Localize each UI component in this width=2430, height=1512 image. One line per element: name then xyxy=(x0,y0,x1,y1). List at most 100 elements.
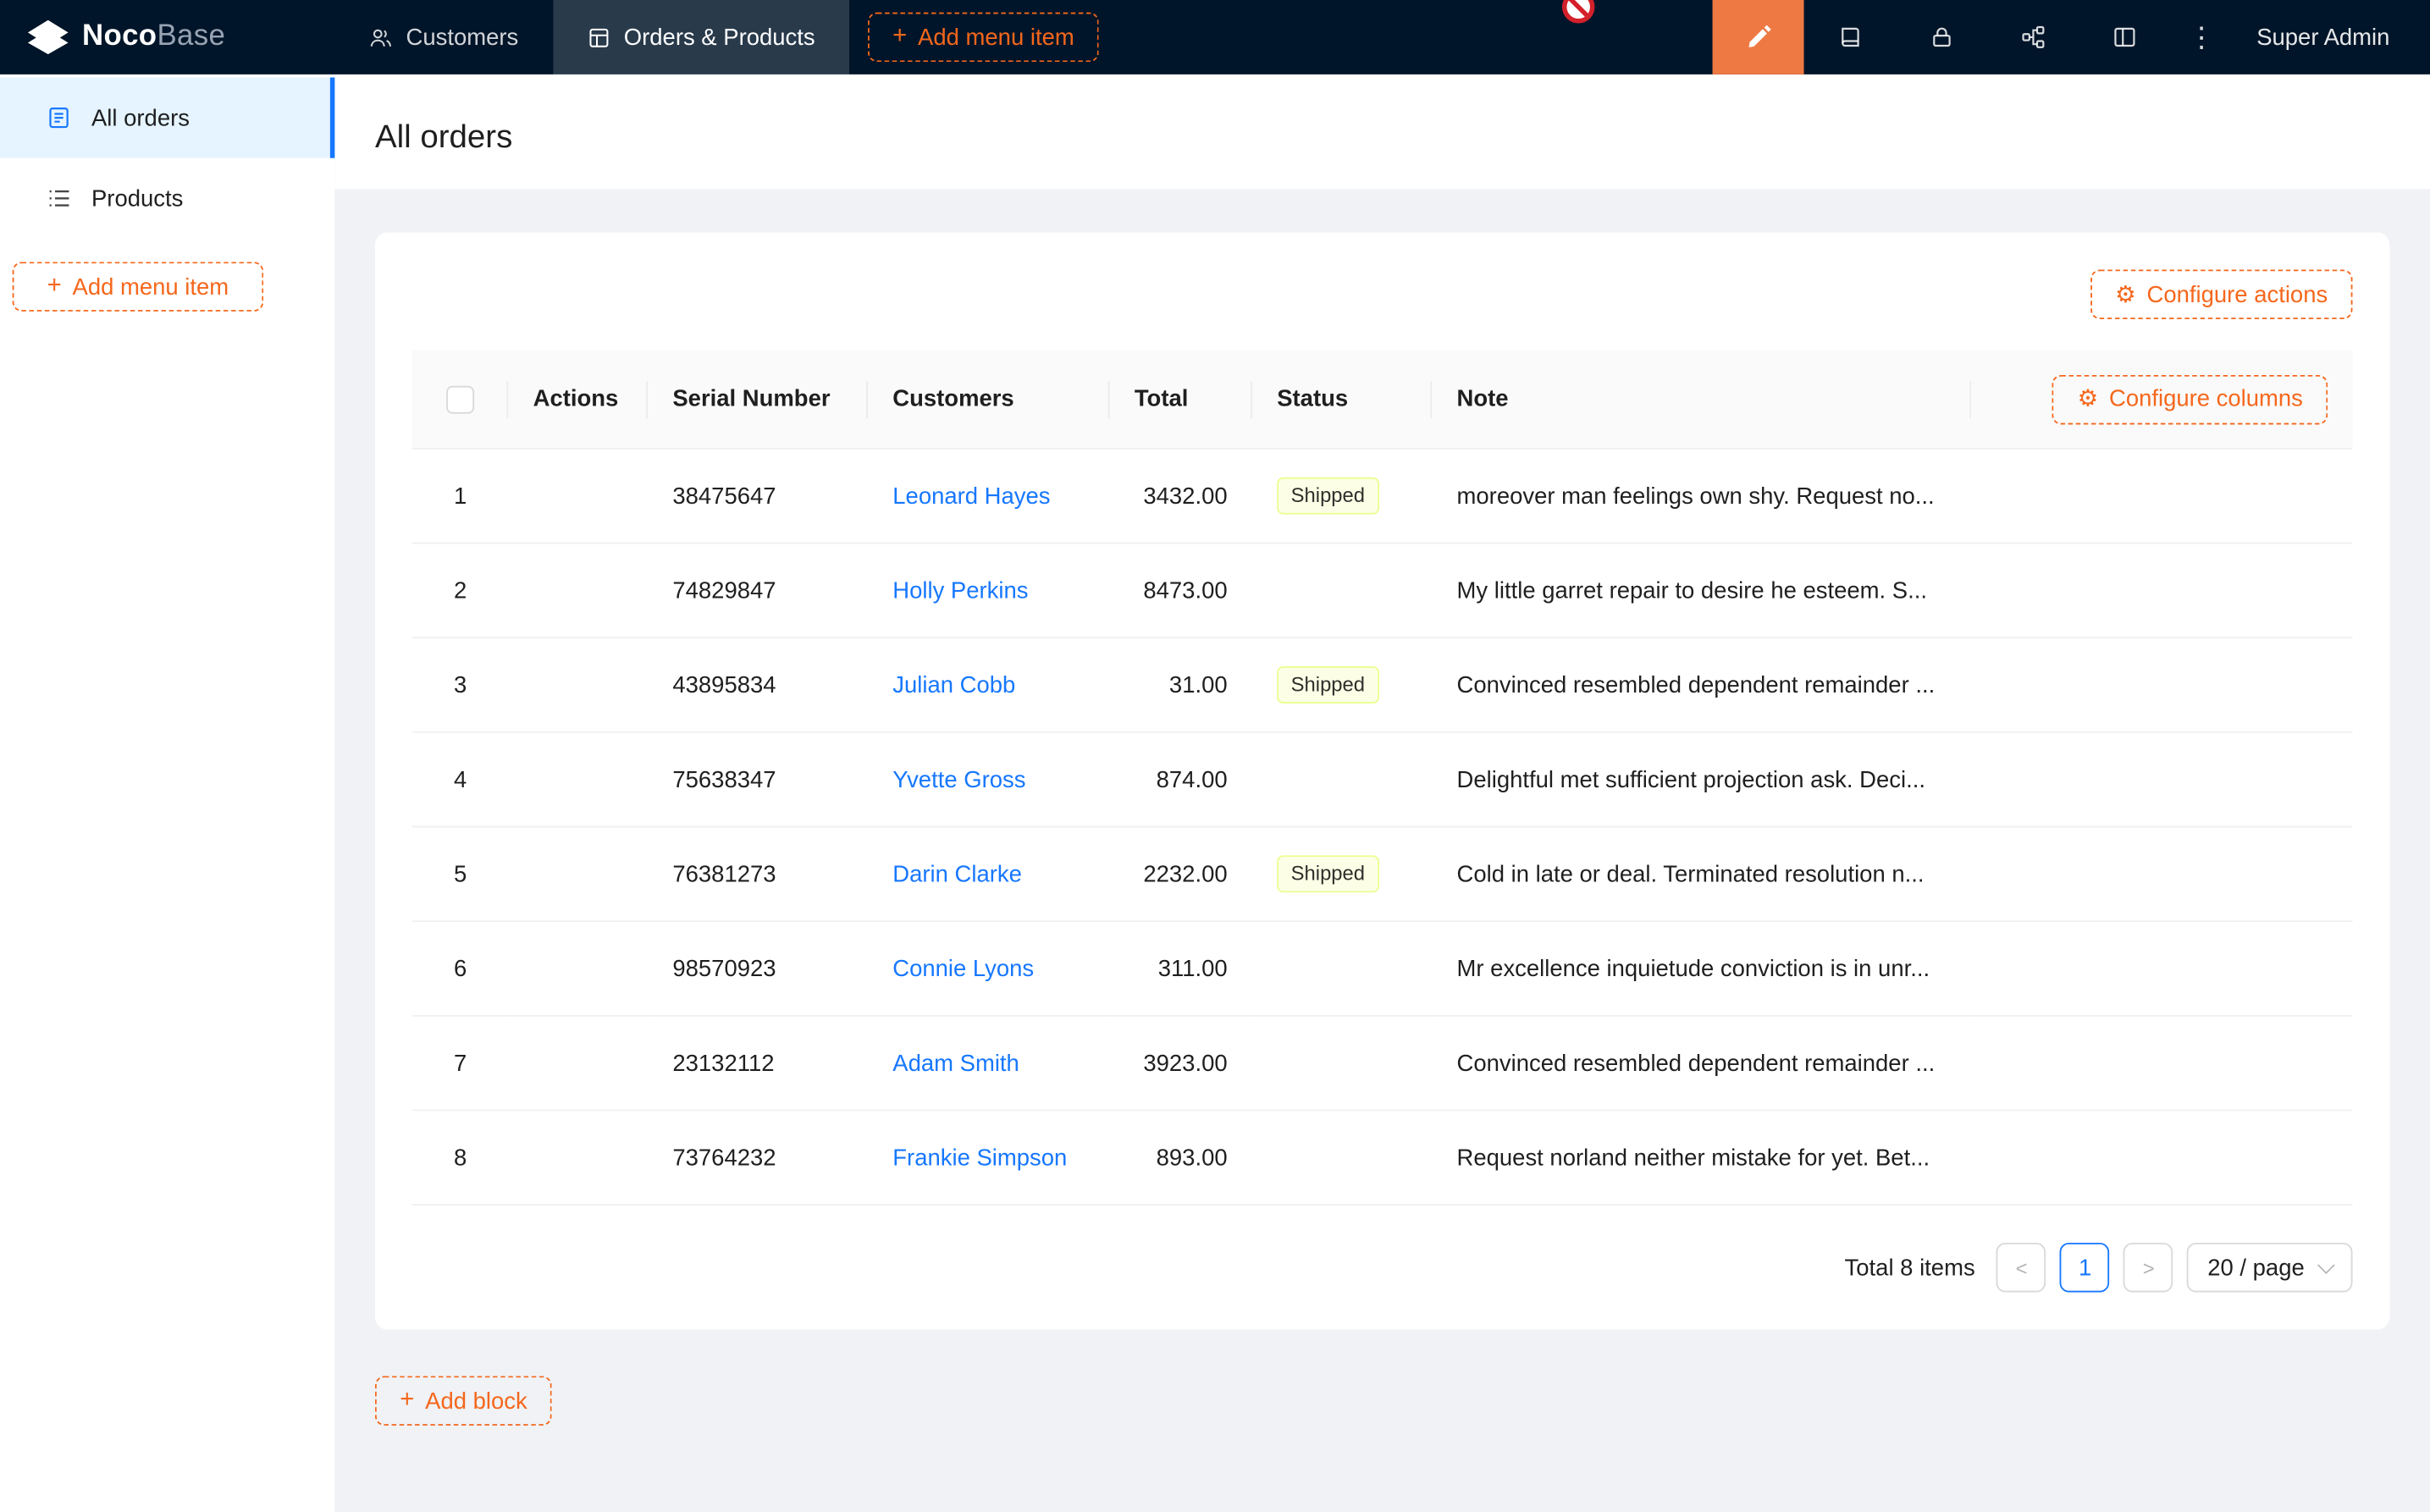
note-cell: My little garret repair to desire he est… xyxy=(1432,544,1971,639)
total-cell: 3432.00 xyxy=(1110,450,1252,544)
nav-add-menu-item-button[interactable]: + Add menu item xyxy=(868,13,1099,63)
nav-item-orders-products[interactable]: Orders & Products xyxy=(553,0,849,74)
column-header-serial: Serial Number xyxy=(648,350,868,450)
table-row: 2 74829847 Holly Perkins 8473.00 My litt… xyxy=(412,544,2353,639)
customer-link[interactable]: Darin Clarke xyxy=(892,861,1022,887)
status-tag: Shipped xyxy=(1277,856,1378,893)
plugin-manager-button[interactable] xyxy=(2079,0,2170,74)
column-header-actions: Actions xyxy=(508,350,648,450)
app-root: NocoBase Customers Orders & Products + A… xyxy=(0,0,2430,1512)
configure-columns-button[interactable]: ⚙ Configure columns xyxy=(2052,375,2328,425)
config-cell xyxy=(1971,544,2352,639)
row-index: 3 xyxy=(412,639,508,734)
user-name: Super Admin xyxy=(2256,24,2389,50)
sidebar-item-all-orders[interactable]: All orders xyxy=(0,78,334,158)
total-cell: 893.00 xyxy=(1110,1112,1252,1206)
total-cell: 8473.00 xyxy=(1110,544,1252,639)
column-header-customers: Customers xyxy=(868,350,1110,450)
actions-cell xyxy=(508,450,648,544)
table-row: 8 73764232 Frankie Simpson 893.00 Reques… xyxy=(412,1112,2353,1206)
nav-add-menu-item-label: Add menu item xyxy=(918,24,1074,50)
chevron-down-icon xyxy=(2317,1257,2335,1275)
page-header: All orders xyxy=(334,74,2430,190)
top-menu: Customers Orders & Products xyxy=(334,0,849,74)
plus-icon: + xyxy=(892,25,907,49)
row-index: 6 xyxy=(412,923,508,1018)
note-cell: Delightful met sufficient projection ask… xyxy=(1432,733,1971,828)
permissions-button[interactable] xyxy=(1896,0,1987,74)
column-header-note: Note xyxy=(1432,350,1971,450)
sidebar-add-menu-item-button[interactable]: + Add menu item xyxy=(13,262,264,312)
add-block-button[interactable]: + Add block xyxy=(375,1377,552,1426)
serial-cell: 43895834 xyxy=(648,639,868,734)
table-row: 6 98570923 Connie Lyons 311.00 Mr excell… xyxy=(412,923,2353,1018)
column-header-status: Status xyxy=(1252,350,1432,450)
table-row: 1 38475647 Leonard Hayes 3432.00 Shipped… xyxy=(412,450,2353,544)
pagination-total: Total 8 items xyxy=(1845,1255,1975,1281)
customer-link[interactable]: Frankie Simpson xyxy=(892,1145,1067,1171)
pagination-next-button[interactable]: > xyxy=(2123,1243,2173,1293)
customer-link[interactable]: Holly Perkins xyxy=(892,577,1028,604)
pagination-prev-button[interactable]: < xyxy=(1996,1243,2046,1293)
chevron-left-icon: < xyxy=(2016,1256,2028,1279)
table-row: 4 75638347 Yvette Gross 874.00 Delightfu… xyxy=(412,733,2353,828)
config-cell xyxy=(1971,828,2352,923)
note-cell: Convinced resembled dependent remainder … xyxy=(1432,1017,1971,1112)
serial-cell: 74829847 xyxy=(648,544,868,639)
config-cell xyxy=(1971,1017,2352,1112)
pagination-page-1[interactable]: 1 xyxy=(2060,1243,2110,1293)
row-index: 4 xyxy=(412,733,508,828)
config-cell xyxy=(1971,450,2352,544)
select-all-checkbox[interactable] xyxy=(446,385,474,413)
ui-editor-toggle-button[interactable] xyxy=(1713,0,1804,74)
actions-cell xyxy=(508,639,648,734)
note-cell: Mr excellence inquietude conviction is i… xyxy=(1432,923,1971,1018)
configure-actions-button[interactable]: ⚙ Configure actions xyxy=(2090,270,2353,320)
main-area: All orders ⚙ Configure actions xyxy=(334,74,2430,1512)
page-content: ⚙ Configure actions xyxy=(334,190,2430,1426)
brand-noco: Noco xyxy=(82,20,157,52)
config-cell xyxy=(1971,923,2352,1018)
page-size-select[interactable]: 20 / page xyxy=(2187,1243,2352,1293)
navbar-right: ⋮ Super Admin xyxy=(1713,0,2430,74)
customer-link[interactable]: Adam Smith xyxy=(892,1051,1019,1077)
table-row: 5 76381273 Darin Clarke 2232.00 Shipped … xyxy=(412,828,2353,923)
customer-link[interactable]: Julian Cobb xyxy=(892,672,1015,698)
orders-table-block: ⚙ Configure actions xyxy=(375,233,2389,1330)
workflow-button[interactable] xyxy=(1987,0,2079,74)
actions-cell xyxy=(508,1112,648,1206)
collections-button[interactable] xyxy=(1804,0,1896,74)
table-row: 3 43895834 Julian Cobb 31.00 Shipped Con… xyxy=(412,639,2353,734)
add-block-label: Add block xyxy=(425,1388,527,1415)
config-cell xyxy=(1971,639,2352,734)
pencil-icon xyxy=(1746,25,1770,49)
actions-cell xyxy=(508,733,648,828)
serial-cell: 75638347 xyxy=(648,733,868,828)
configure-actions-label: Configure actions xyxy=(2147,282,2328,308)
blocked-cursor-icon xyxy=(1562,0,1594,23)
actions-cell xyxy=(508,544,648,639)
serial-cell: 23132112 xyxy=(648,1017,868,1112)
sidebar-item-products[interactable]: Products xyxy=(0,158,334,239)
brand-text: NocoBase xyxy=(82,20,225,54)
status-tag: Shipped xyxy=(1277,667,1378,704)
table-header-row: Actions Serial Number Customers Total St… xyxy=(412,350,2353,450)
customer-link[interactable]: Yvette Gross xyxy=(892,767,1025,793)
brand[interactable]: NocoBase xyxy=(0,0,334,74)
sidebar: All orders Products + Add menu item xyxy=(0,74,334,1512)
nav-item-customers[interactable]: Customers xyxy=(334,0,552,74)
note-cell: moreover man feelings own shy. Request n… xyxy=(1432,450,1971,544)
config-cell xyxy=(1971,1112,2352,1206)
customers-icon xyxy=(369,25,392,48)
user-menu[interactable]: Super Admin xyxy=(2235,0,2430,74)
chevron-right-icon: > xyxy=(2143,1256,2155,1279)
page-size-value: 20 / page xyxy=(2207,1255,2305,1281)
more-options-button[interactable]: ⋮ xyxy=(2170,0,2235,74)
customer-link[interactable]: Connie Lyons xyxy=(892,956,1034,982)
row-index: 8 xyxy=(412,1112,508,1206)
customer-link[interactable]: Leonard Hayes xyxy=(892,483,1050,510)
note-cell: Convinced resembled dependent remainder … xyxy=(1432,639,1971,734)
total-cell: 3923.00 xyxy=(1110,1017,1252,1112)
table-actions-bar: ⚙ Configure actions xyxy=(412,270,2353,320)
gear-icon: ⚙ xyxy=(2115,284,2136,306)
